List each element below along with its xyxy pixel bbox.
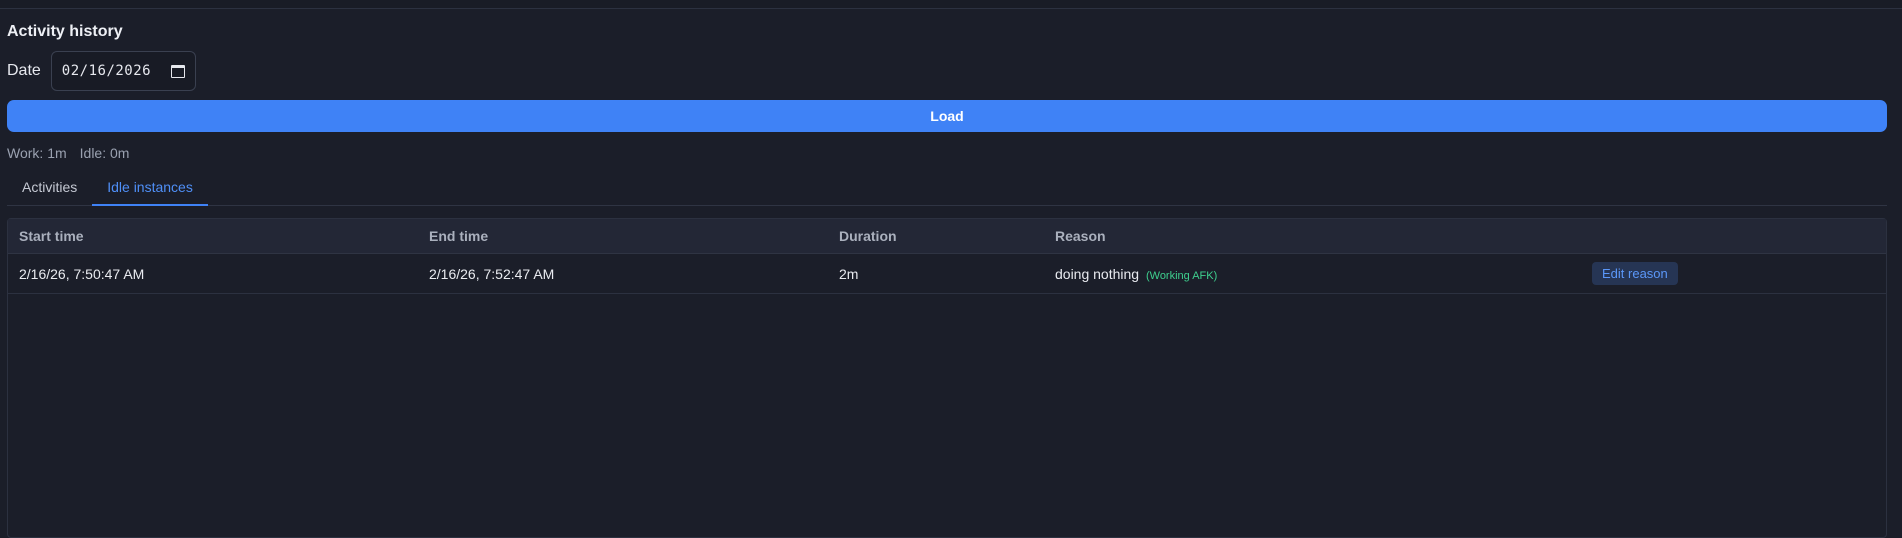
working-afk-tag: (Working AFK)	[1145, 269, 1218, 282]
header-duration[interactable]: Duration	[839, 228, 897, 244]
header-start-time[interactable]: Start time	[19, 228, 84, 244]
edit-reason-button[interactable]: Edit reason	[1592, 262, 1678, 285]
tab-activities[interactable]: Activities	[7, 170, 92, 206]
tab-bar: Activities Idle instances	[7, 170, 1887, 206]
header-end-time[interactable]: End time	[429, 228, 488, 244]
date-value: 02/16/2026	[61, 63, 152, 79]
idle-instances-table: Start time End time Duration Reason 2/16…	[7, 218, 1887, 538]
page-title: Activity history	[7, 23, 123, 40]
table-header: Start time End time Duration Reason	[8, 219, 1886, 254]
calendar-icon[interactable]	[170, 64, 185, 78]
date-input[interactable]: 02/16/2026	[50, 51, 196, 91]
date-filter: Date 02/16/2026	[7, 51, 196, 91]
top-bar	[0, 0, 1902, 9]
load-button[interactable]: Load	[7, 100, 1887, 132]
cell-duration: 2m	[839, 265, 859, 282]
tab-idle-instances[interactable]: Idle instances	[92, 170, 208, 206]
cell-end-time: 2/16/26, 7:52:47 AM	[429, 265, 555, 282]
cell-action: Edit reason	[1592, 262, 1678, 285]
table-row: 2/16/26, 7:50:47 AM 2/16/26, 7:52:47 AM …	[8, 254, 1886, 294]
date-label: Date	[7, 62, 41, 79]
reason-text: doing nothing	[1055, 265, 1140, 282]
cell-start-time: 2/16/26, 7:50:47 AM	[19, 265, 145, 282]
cell-reason: doing nothing (Working AFK)	[1055, 266, 1217, 282]
idle-summary: Idle: 0m	[79, 145, 130, 161]
header-reason[interactable]: Reason	[1055, 228, 1106, 244]
work-summary: Work: 1m	[7, 145, 67, 161]
time-summary: Work: 1m Idle: 0m	[7, 145, 129, 161]
